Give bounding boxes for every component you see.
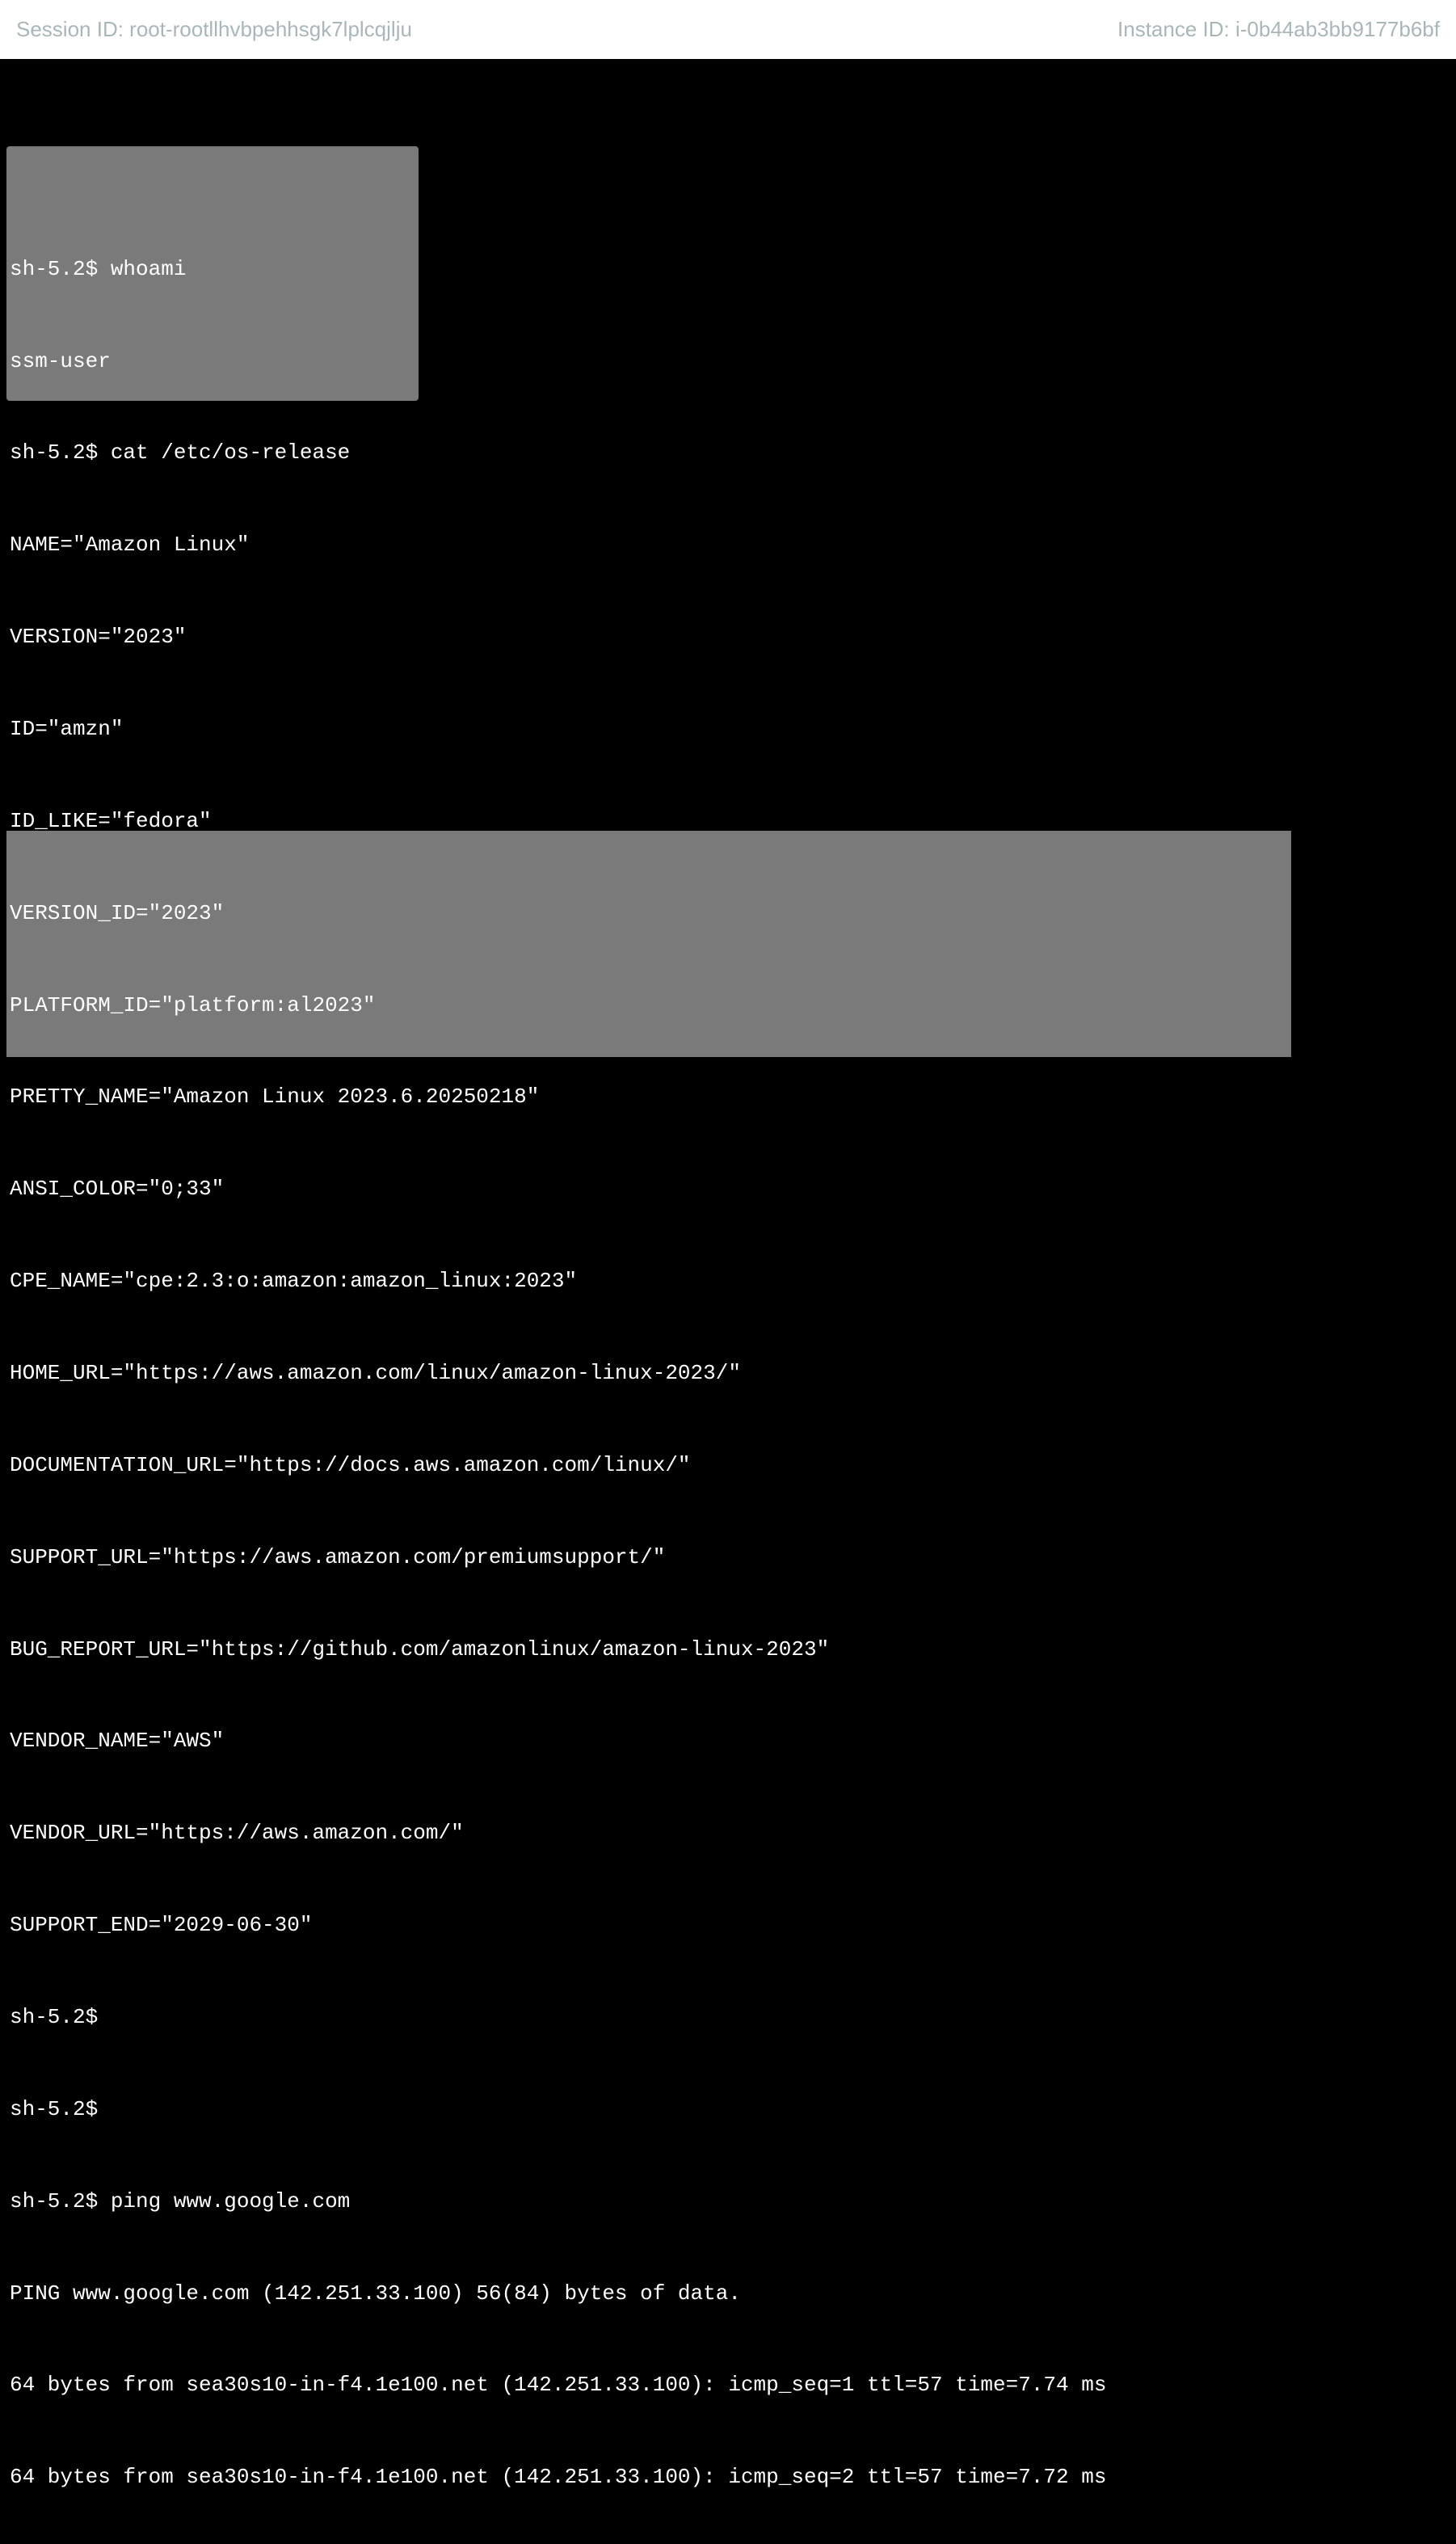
session-id-label: Session ID: root-rootllhvbpehhsgk7lplcqj… xyxy=(16,17,412,42)
terminal-line: PING www.google.com (142.251.33.100) 56(… xyxy=(10,2279,1446,2310)
terminal-line: VERSION_ID="2023" xyxy=(10,899,1446,929)
terminal-line: 64 bytes from sea30s10-in-f4.1e100.net (… xyxy=(10,2370,1446,2401)
instance-id-label: Instance ID: i-0b44ab3bb9177b6bf xyxy=(1117,17,1440,42)
terminal-line: CPE_NAME="cpe:2.3:o:amazon:amazon_linux:… xyxy=(10,1266,1446,1297)
terminal-pane[interactable]: sh-5.2$ whoami ssm-user sh-5.2$ cat /etc… xyxy=(0,59,1456,2544)
terminal-line: SUPPORT_URL="https://aws.amazon.com/prem… xyxy=(10,1543,1446,1573)
terminal-line: PRETTY_NAME="Amazon Linux 2023.6.2025021… xyxy=(10,1082,1446,1113)
terminal-line: VENDOR_URL="https://aws.amazon.com/" xyxy=(10,1818,1446,1849)
terminal-line: VERSION="2023" xyxy=(10,622,1446,653)
terminal-line: sh-5.2$ cat /etc/os-release xyxy=(10,438,1446,469)
terminal-line: HOME_URL="https://aws.amazon.com/linux/a… xyxy=(10,1358,1446,1389)
terminal-line: PLATFORM_ID="platform:al2023" xyxy=(10,991,1446,1021)
terminal-line: BUG_REPORT_URL="https://github.com/amazo… xyxy=(10,1635,1446,1666)
terminal-line: ANSI_COLOR="0;33" xyxy=(10,1174,1446,1205)
terminal-line: NAME="Amazon Linux" xyxy=(10,530,1446,561)
terminal-line: sh-5.2$ whoami xyxy=(10,255,1446,285)
terminal-line: SUPPORT_END="2029-06-30" xyxy=(10,1910,1446,1941)
terminal-line: sh-5.2$ xyxy=(10,2095,1446,2125)
terminal-line: ID="amzn" xyxy=(10,714,1446,745)
session-manager-window: Session ID: root-rootllhvbpehhsgk7lplcqj… xyxy=(0,0,1456,1272)
terminal-line: sh-5.2$ xyxy=(10,2003,1446,2033)
terminal-line: DOCUMENTATION_URL="https://docs.aws.amaz… xyxy=(10,1451,1446,1481)
terminal-line: ssm-user xyxy=(10,347,1446,377)
terminal-line: sh-5.2$ ping www.google.com xyxy=(10,2187,1446,2218)
terminal-line: 64 bytes from sea30s10-in-f4.1e100.net (… xyxy=(10,2462,1446,2493)
terminal-line: VENDOR_NAME="AWS" xyxy=(10,1726,1446,1757)
terminal-line: ID_LIKE="fedora" xyxy=(10,807,1446,837)
terminal-output: sh-5.2$ whoami ssm-user sh-5.2$ cat /etc… xyxy=(10,193,1446,2544)
session-header-bar: Session ID: root-rootllhvbpehhsgk7lplcqj… xyxy=(0,0,1456,59)
